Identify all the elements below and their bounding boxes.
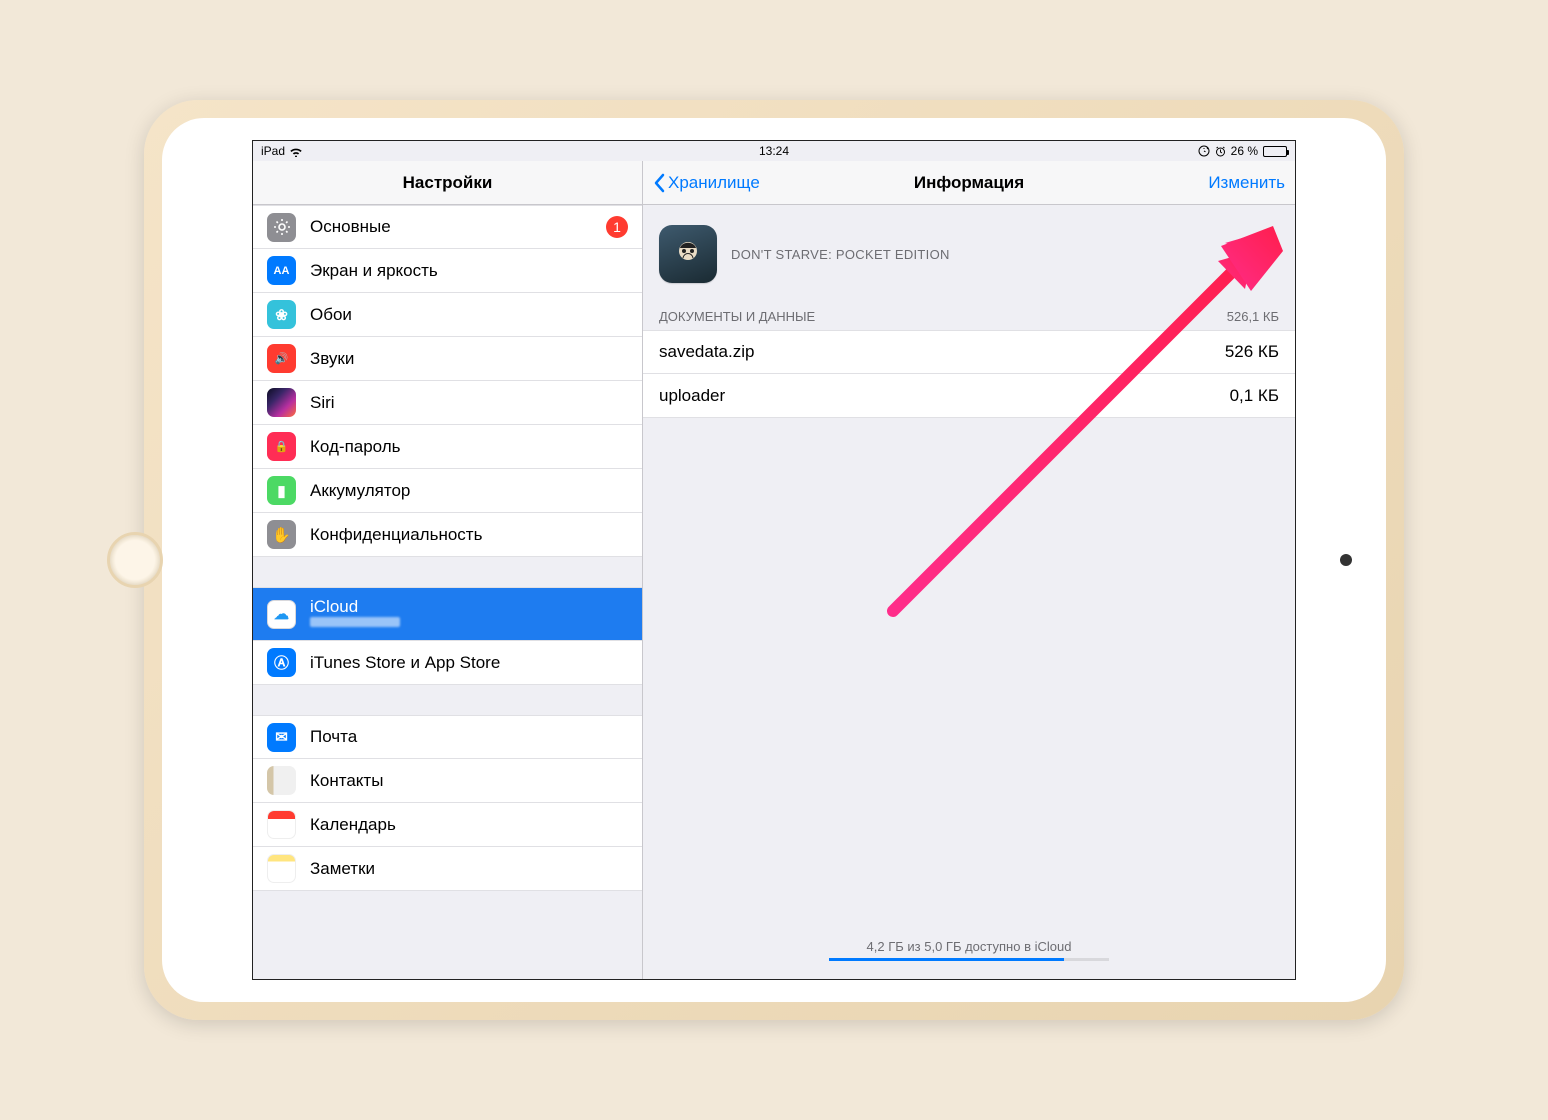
sidebar-item-конфиденциальность[interactable]: ✋ Конфиденциальность — [253, 513, 642, 557]
status-time: 13:24 — [759, 144, 789, 158]
notes-icon — [267, 854, 296, 883]
brightness-icon: AA — [267, 256, 296, 285]
sidebar-item-код-пароль[interactable]: 🔒 Код-пароль — [253, 425, 642, 469]
sidebar-item-label: Экран и яркость — [310, 261, 438, 281]
contacts-icon — [267, 766, 296, 795]
file-size: 526 КБ — [1225, 342, 1279, 362]
storage-bar-fill — [829, 958, 1064, 961]
app-header: DON'T STARVE: POCKET EDITION — [643, 205, 1295, 303]
chevron-left-icon — [653, 173, 665, 193]
section-total-size: 526,1 КБ — [1227, 309, 1279, 324]
detail-pane: Хранилище Информация Изменить DON'T STAR… — [643, 161, 1295, 979]
sidebar-item-siri[interactable]: Siri — [253, 381, 642, 425]
sidebar-item-label: Аккумулятор — [310, 481, 410, 501]
status-bar: iPad 13:24 26 % — [253, 141, 1295, 161]
storage-footer-label: 4,2 ГБ из 5,0 ГБ доступно в iCloud — [643, 939, 1295, 954]
sidebar-item-календарь[interactable]: Календарь — [253, 803, 642, 847]
section-header: ДОКУМЕНТЫ И ДАННЫЕ 526,1 КБ — [643, 303, 1295, 330]
sidebar-item-label: Контакты — [310, 771, 383, 791]
sidebar-item-label: Код-пароль — [310, 437, 401, 457]
back-label: Хранилище — [668, 173, 760, 193]
app-icon — [659, 225, 717, 283]
sidebar-item-экран-и-яркость[interactable]: AA Экран и яркость — [253, 249, 642, 293]
sidebar-item-контакты[interactable]: Контакты — [253, 759, 642, 803]
sidebar-item-label: Конфиденциальность — [310, 525, 482, 545]
file-name: uploader — [659, 386, 725, 406]
file-row[interactable]: savedata.zip 526 КБ — [643, 330, 1295, 374]
sidebar-item-subtitle — [310, 617, 400, 631]
sidebar-item-label: iTunes Store и App Store — [310, 653, 500, 673]
battery-icon — [1263, 146, 1287, 157]
sidebar-item-label: Обои — [310, 305, 352, 325]
file-size: 0,1 КБ — [1230, 386, 1279, 406]
sounds-icon: 🔊 — [267, 344, 296, 373]
section-header-label: ДОКУМЕНТЫ И ДАННЫЕ — [659, 309, 815, 324]
wallpaper-icon: ❀ — [267, 300, 296, 329]
wifi-icon — [289, 146, 303, 157]
alarm-icon — [1215, 146, 1226, 157]
app-name-label: DON'T STARVE: POCKET EDITION — [731, 247, 950, 262]
appstore-icon: Ⓐ — [267, 648, 296, 677]
sidebar-item-label: Основные — [310, 217, 391, 237]
sidebar-item-label: Siri — [310, 393, 335, 413]
file-row[interactable]: uploader 0,1 КБ — [643, 374, 1295, 418]
siri-icon — [267, 388, 296, 417]
sidebar-item-label: Почта — [310, 727, 357, 747]
edit-button[interactable]: Изменить — [1208, 173, 1285, 193]
sidebar-title: Настройки — [253, 161, 642, 205]
sidebar-item-заметки[interactable]: Заметки — [253, 847, 642, 891]
privacy-icon: ✋ — [267, 520, 296, 549]
gear-icon — [267, 213, 296, 242]
calendar-icon — [267, 810, 296, 839]
sidebar-item-label: Заметки — [310, 859, 375, 879]
device-bezel: iPad 13:24 26 % — [162, 118, 1386, 1002]
sidebar-item-аккумулятор[interactable]: ▮ Аккумулятор — [253, 469, 642, 513]
storage-bar — [829, 958, 1109, 961]
storage-footer: 4,2 ГБ из 5,0 ГБ доступно в iCloud — [643, 931, 1295, 979]
sidebar-item-обои[interactable]: ❀ Обои — [253, 293, 642, 337]
battery-icon: ▮ — [267, 476, 296, 505]
passcode-icon: 🔒 — [267, 432, 296, 461]
sidebar-item-звуки[interactable]: 🔊 Звуки — [253, 337, 642, 381]
notification-badge: 1 — [606, 216, 628, 238]
file-name: savedata.zip — [659, 342, 754, 362]
settings-sidebar: Настройки Основные 1 AA Экран и яркость ❀ Обо… — [253, 161, 643, 979]
front-camera — [1340, 554, 1352, 566]
device-label: iPad — [261, 144, 285, 158]
cloud-icon: ☁ — [267, 600, 296, 629]
mail-icon: ✉ — [267, 723, 296, 752]
screen: iPad 13:24 26 % — [252, 140, 1296, 980]
sidebar-item-основные[interactable]: Основные 1 — [253, 205, 642, 249]
back-button[interactable]: Хранилище — [653, 173, 760, 193]
sidebar-item-icloud[interactable]: ☁ iCloud — [253, 587, 642, 641]
sidebar-item-label: Календарь — [310, 815, 396, 835]
sidebar-item-label: Звуки — [310, 349, 354, 369]
detail-title: Информация — [914, 173, 1024, 193]
detail-navbar: Хранилище Информация Изменить — [643, 161, 1295, 205]
device-frame: iPad 13:24 26 % — [144, 100, 1404, 1020]
rotation-lock-icon — [1198, 145, 1210, 157]
home-button[interactable] — [107, 532, 163, 588]
sidebar-item-label: iCloud — [310, 597, 400, 617]
sidebar-item-itunes-store-и-app-store[interactable]: ⒶiTunes Store и App Store — [253, 641, 642, 685]
battery-percent: 26 % — [1231, 144, 1258, 158]
sidebar-item-почта[interactable]: ✉ Почта — [253, 715, 642, 759]
